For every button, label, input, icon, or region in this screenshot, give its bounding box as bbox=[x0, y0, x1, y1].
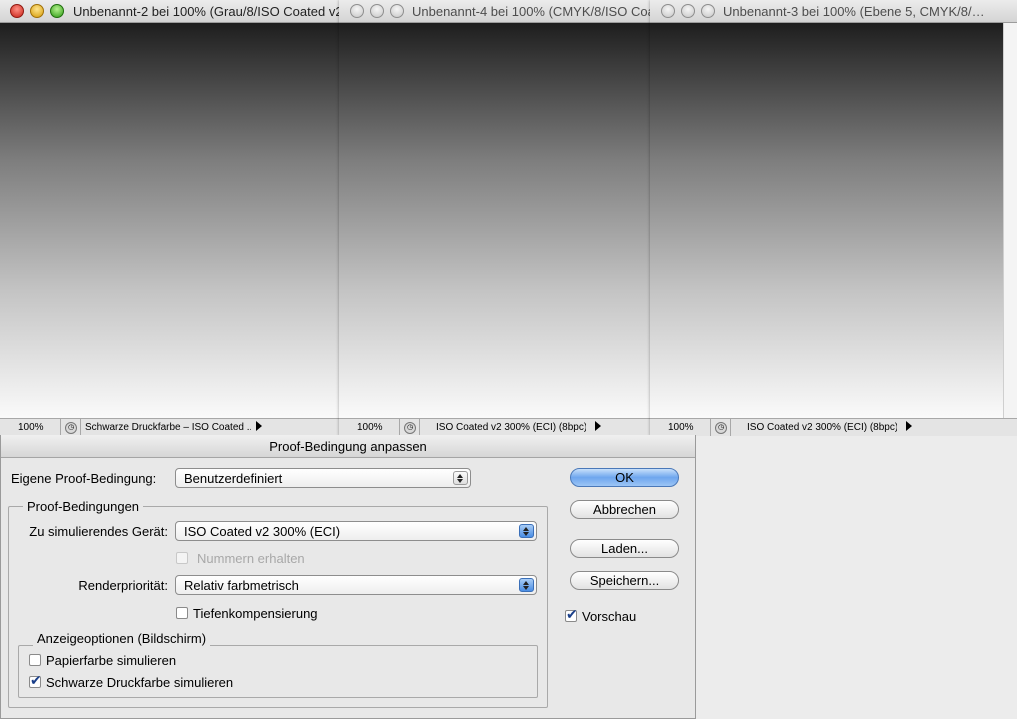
window-title: Unbenannt-3 bei 100% (Ebene 5, CMYK/8/… bbox=[723, 4, 985, 19]
zoom-button[interactable] bbox=[50, 4, 64, 18]
document-window-3[interactable]: Unbenannt-3 bei 100% (Ebene 5, CMYK/8/… … bbox=[650, 0, 1017, 436]
zoom-level[interactable]: 100% bbox=[345, 422, 405, 433]
custom-proof-value: Benutzerdefiniert bbox=[184, 471, 283, 486]
preserve-numbers-label: Nummern erhalten bbox=[197, 551, 305, 566]
divider bbox=[710, 419, 711, 436]
status-info-icon[interactable]: ◷ bbox=[65, 422, 77, 434]
document-window-2[interactable]: Unbenannt-4 bei 100% (CMYK/8/ISO Coated … bbox=[339, 0, 650, 436]
divider bbox=[399, 419, 400, 436]
simulate-ink-checkbox[interactable] bbox=[29, 673, 42, 689]
window-title: Unbenannt-2 bei 100% (Grau/8/ISO Coated … bbox=[73, 4, 339, 19]
custom-proof-select[interactable]: Benutzerdefiniert bbox=[175, 468, 471, 488]
status-info-icon[interactable]: ◷ bbox=[715, 422, 727, 434]
custom-proof-label: Eigene Proof-Bedingung: bbox=[11, 471, 157, 486]
window-title: Unbenannt-4 bei 100% (CMYK/8/ISO Coated … bbox=[412, 4, 650, 19]
simulate-paper-label: Papierfarbe simulieren bbox=[46, 653, 177, 668]
zoom-button[interactable] bbox=[390, 4, 404, 18]
cancel-button[interactable]: Abbrechen bbox=[570, 500, 679, 519]
close-button[interactable] bbox=[661, 4, 675, 18]
window-3-titlebar[interactable]: Unbenannt-3 bei 100% (Ebene 5, CMYK/8/… bbox=[650, 0, 1017, 23]
zoom-level[interactable]: 100% bbox=[6, 422, 66, 433]
close-button[interactable] bbox=[10, 4, 24, 18]
divider bbox=[80, 419, 81, 436]
popup-arrows-icon bbox=[519, 524, 534, 538]
document-info: ISO Coated v2 300% (ECI) (8bpc) bbox=[747, 422, 897, 433]
desktop-background bbox=[695, 436, 1017, 718]
device-label: Zu simulierendes Gerät: bbox=[29, 524, 168, 539]
document-canvas[interactable] bbox=[339, 23, 650, 418]
preserve-numbers-checkbox[interactable] bbox=[176, 552, 188, 564]
close-button[interactable] bbox=[350, 4, 364, 18]
status-bar: 100% ◷ ISO Coated v2 300% (ECI) (8bpc) bbox=[650, 418, 1017, 436]
black-point-compensation-checkbox[interactable] bbox=[176, 607, 188, 619]
rendering-intent-value: Relativ farbmetrisch bbox=[184, 578, 299, 593]
dialog-titlebar[interactable]: Proof-Bedingung anpassen bbox=[1, 435, 695, 458]
divider bbox=[730, 419, 731, 436]
rendering-intent-select[interactable]: Relativ farbmetrisch bbox=[175, 575, 537, 595]
black-point-compensation-label: Tiefenkompensierung bbox=[193, 606, 318, 621]
device-value: ISO Coated v2 300% (ECI) bbox=[184, 524, 341, 539]
popup-arrows-icon bbox=[453, 471, 468, 485]
minimize-button[interactable] bbox=[681, 4, 695, 18]
popup-arrows-icon bbox=[519, 578, 534, 592]
proof-setup-dialog: Proof-Bedingung anpassen Eigene Proof-Be… bbox=[0, 435, 696, 719]
document-window-1[interactable]: Unbenannt-2 bei 100% (Grau/8/ISO Coated … bbox=[0, 0, 339, 436]
window-1-titlebar[interactable]: Unbenannt-2 bei 100% (Grau/8/ISO Coated … bbox=[0, 0, 339, 23]
document-canvas[interactable] bbox=[0, 23, 339, 418]
preview-checkbox[interactable] bbox=[565, 607, 578, 623]
device-select[interactable]: ISO Coated v2 300% (ECI) bbox=[175, 521, 537, 541]
simulate-ink-label: Schwarze Druckfarbe simulieren bbox=[46, 675, 234, 690]
ok-button[interactable]: OK bbox=[570, 468, 679, 487]
status-menu-arrow-icon[interactable] bbox=[595, 421, 601, 431]
status-menu-arrow-icon[interactable] bbox=[906, 421, 912, 431]
preview-label: Vorschau bbox=[582, 609, 637, 624]
zoom-level[interactable]: 100% bbox=[656, 422, 716, 433]
minimize-button[interactable] bbox=[30, 4, 44, 18]
display-options-title: Anzeigeoptionen (Bildschirm) bbox=[33, 631, 211, 646]
rendering-intent-label: Renderpriorität: bbox=[78, 578, 168, 593]
status-menu-arrow-icon[interactable] bbox=[256, 421, 262, 431]
load-button[interactable]: Laden... bbox=[570, 539, 679, 558]
document-info: ISO Coated v2 300% (ECI) (8bpc) bbox=[436, 422, 586, 433]
save-button[interactable]: Speichern... bbox=[570, 571, 679, 590]
zoom-button[interactable] bbox=[701, 4, 715, 18]
status-bar: 100% ◷ ISO Coated v2 300% (ECI) (8bpc) bbox=[339, 418, 650, 436]
status-info-icon[interactable]: ◷ bbox=[404, 422, 416, 434]
divider bbox=[419, 419, 420, 436]
window-2-titlebar[interactable]: Unbenannt-4 bei 100% (CMYK/8/ISO Coated … bbox=[339, 0, 650, 23]
status-bar: 100% ◷ Schwarze Druckfarbe – ISO Coated … bbox=[0, 418, 339, 436]
dialog-title: Proof-Bedingung anpassen bbox=[269, 439, 427, 454]
document-canvas[interactable] bbox=[650, 23, 1004, 418]
simulate-paper-checkbox[interactable] bbox=[29, 654, 41, 666]
minimize-button[interactable] bbox=[370, 4, 384, 18]
scrollbar[interactable] bbox=[1003, 23, 1017, 418]
proof-conditions-title: Proof-Bedingungen bbox=[23, 499, 144, 514]
document-info: Schwarze Druckfarbe – ISO Coated ... bbox=[85, 422, 251, 433]
divider bbox=[60, 419, 61, 436]
